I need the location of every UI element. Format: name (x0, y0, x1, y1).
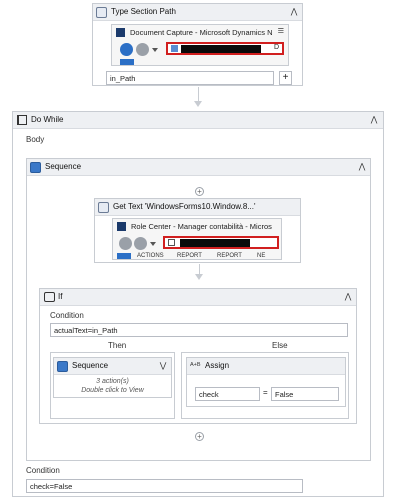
type-section-text-input[interactable]: in_Path (106, 71, 274, 85)
do-while-header[interactable]: Do While ⋀ (13, 112, 383, 129)
ribbon-tab-1: ACTIONS (137, 253, 164, 259)
get-text-icon (98, 202, 109, 213)
if-condition-label: Condition (50, 311, 84, 320)
connector-arrow (194, 101, 202, 107)
type-section-header[interactable]: Type Section Path ⋀ (93, 4, 302, 21)
type-section-path-activity[interactable]: Type Section Path ⋀ Document Capture - M… (92, 3, 303, 86)
assign-activity[interactable]: A+B Assign check = False (186, 357, 346, 407)
assign-header[interactable]: A+B Assign (187, 358, 345, 375)
type-section-title: Type Section Path (111, 7, 176, 16)
then-branch[interactable]: Sequence ⋁ 3 action(s) Double click to V… (50, 352, 175, 419)
collapse-icon[interactable]: ⋀ (343, 292, 353, 302)
inner-sequence-title: Sequence (72, 361, 109, 370)
back-nav-icon (119, 237, 132, 250)
if-activity[interactable]: If ⋀ Condition actualText=in_Path Then E… (39, 288, 357, 424)
ribbon-tab-3: REPORT (217, 253, 242, 259)
do-while-activity[interactable]: Do While ⋀ Body Sequence ⋀ + Get Text 'W… (12, 111, 384, 497)
ribbon-tab-4: NE (257, 253, 266, 259)
do-while-icon (17, 115, 27, 125)
inner-sequence-activity[interactable]: Sequence ⋁ 3 action(s) Double click to V… (53, 357, 172, 398)
redacted-url (180, 239, 250, 247)
sequence-activity[interactable]: Sequence ⋀ + Get Text 'WindowsForms10.Wi… (26, 158, 371, 461)
sequence-icon (57, 361, 68, 372)
collapse-icon[interactable]: ⋀ (289, 7, 299, 17)
then-label: Then (108, 341, 127, 350)
do-while-condition-input[interactable]: check=False (26, 479, 303, 493)
home-icon (168, 239, 175, 246)
assign-title: Assign (205, 361, 230, 370)
connector-line (198, 87, 199, 101)
dropdown-arrow-icon (152, 48, 158, 52)
actions-count: 3 action(s) (96, 378, 129, 385)
get-text-activity[interactable]: Get Text 'WindowsForms10.Window.8...' Ro… (94, 198, 301, 263)
collapse-icon[interactable]: ⋀ (369, 115, 379, 125)
nav-strip (117, 253, 131, 259)
dynamics-logo-icon (116, 28, 125, 37)
do-while-title: Do While (31, 115, 64, 124)
if-header[interactable]: If ⋀ (40, 289, 356, 306)
type-into-icon (96, 7, 107, 18)
if-title: If (58, 292, 63, 301)
type-section-screenshot: Document Capture - Microsoft Dynamics N … (111, 24, 289, 66)
double-click-hint: Double click to View (81, 387, 144, 394)
expand-icon[interactable]: ⋁ (158, 361, 168, 371)
add-activity-plus-icon[interactable]: + (195, 187, 204, 196)
type-section-address-bar: D (166, 42, 284, 55)
add-activity-plus-icon[interactable]: + (195, 432, 204, 441)
inner-sequence-header[interactable]: Sequence ⋁ (54, 358, 171, 375)
assign-icon: A+B (190, 362, 201, 368)
collapse-icon[interactable]: ⋀ (357, 162, 367, 172)
sequence-header[interactable]: Sequence ⋀ (27, 159, 370, 176)
if-icon (44, 292, 55, 302)
get-text-header[interactable]: Get Text 'WindowsForms10.Window.8...' (95, 199, 300, 216)
menu-icon: ≡ (277, 25, 284, 37)
body-label: Body (26, 135, 45, 144)
assign-to-input[interactable]: check (195, 387, 260, 401)
get-text-screenshot: Role Center - Manager contabilità - Micr… (112, 218, 282, 260)
ribbon-tab-2: REPORT (177, 253, 202, 259)
dropdown-arrow-icon (150, 242, 156, 246)
sequence-title: Sequence (45, 162, 82, 171)
nav-strip (120, 59, 134, 65)
get-text-browser-title: Role Center - Manager contabilità - Micr… (131, 222, 272, 231)
add-argument-button[interactable]: + (279, 71, 292, 85)
dynamics-logo-icon (117, 222, 126, 231)
assign-value-input[interactable]: False (271, 387, 339, 401)
connector-line (199, 264, 200, 274)
if-condition-input[interactable]: actualText=in_Path (50, 323, 348, 337)
redacted-url (181, 45, 261, 53)
get-text-title: Get Text 'WindowsForms10.Window.8...' (113, 202, 256, 211)
do-while-condition-label: Condition (26, 466, 60, 475)
get-text-address-bar (163, 236, 279, 249)
sequence-icon (30, 162, 41, 173)
type-section-browser-title: Document Capture - Microsoft Dynamics N (130, 28, 273, 37)
else-branch[interactable]: A+B Assign check = False (181, 352, 349, 419)
assign-equals: = (263, 388, 268, 397)
forward-nav-icon (134, 237, 147, 250)
else-label: Else (272, 341, 288, 350)
connector-arrow (195, 274, 203, 280)
site-icon (171, 45, 178, 52)
forward-nav-icon (136, 43, 149, 56)
back-nav-icon (120, 43, 133, 56)
address-tail: D (273, 44, 279, 51)
